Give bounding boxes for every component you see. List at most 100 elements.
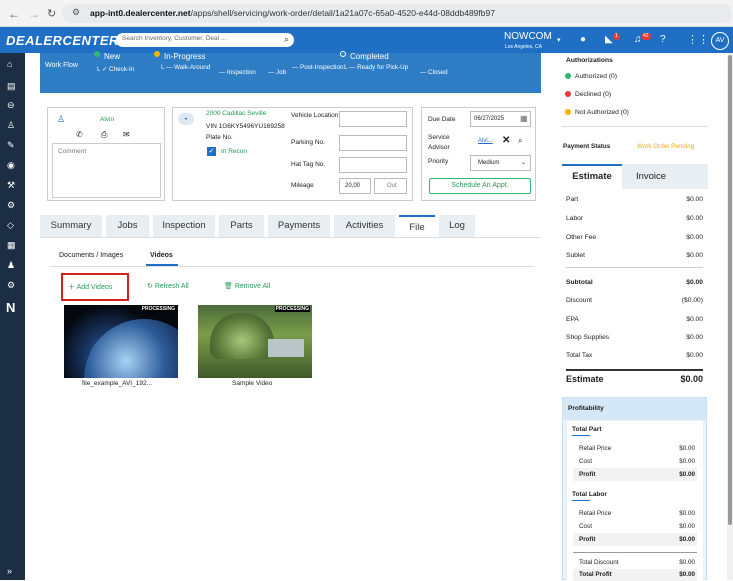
due-date-input[interactable]: 06/27/2025 ▦ bbox=[470, 111, 531, 127]
avatar[interactable]: AV bbox=[711, 32, 729, 50]
people-icon[interactable]: ♟ bbox=[7, 260, 15, 271]
site-info-icon[interactable]: ⚙ bbox=[72, 7, 80, 18]
global-search-input[interactable]: Search Inventory, Customer, Deal ... ⌕ bbox=[116, 33, 294, 47]
mail-icon[interactable]: ✉ bbox=[123, 130, 130, 139]
workflow-step[interactable]: — Job bbox=[268, 69, 286, 76]
edit-icon[interactable]: ✎ bbox=[7, 140, 15, 151]
estimate-row: EPA $0.00 bbox=[566, 316, 703, 323]
priority-select[interactable]: Medium ⌄ bbox=[470, 155, 531, 171]
tab-inspection[interactable]: Inspection bbox=[153, 215, 215, 237]
tab-payments[interactable]: Payments bbox=[268, 215, 330, 237]
parking-input[interactable] bbox=[339, 135, 407, 151]
vehicle-title[interactable]: 2000 Cadillac Seville bbox=[206, 110, 266, 117]
reload-icon[interactable]: ↻ bbox=[47, 7, 56, 20]
row-label: Part bbox=[566, 196, 579, 203]
workflow-step[interactable]: — Closed bbox=[420, 69, 448, 76]
tab-invoice[interactable]: Invoice bbox=[622, 164, 680, 189]
subtab-documents[interactable]: Documents / Images bbox=[59, 252, 123, 259]
row-label: Retail Price bbox=[579, 510, 612, 517]
add-videos-button[interactable]: ＋ Add Videos bbox=[68, 282, 112, 292]
wrench-icon[interactable]: ⚒ bbox=[7, 180, 15, 191]
scrollbar-thumb[interactable] bbox=[728, 55, 732, 525]
settings-icon[interactable]: ⚙ bbox=[7, 280, 15, 291]
row-value: $0.00 bbox=[686, 279, 703, 286]
row-label: Shop Supplies bbox=[566, 334, 610, 341]
tab-estimate[interactable]: Estimate bbox=[562, 164, 622, 189]
video-name: Sample Video bbox=[232, 380, 273, 387]
search-icon[interactable]: ⌕ bbox=[518, 136, 522, 146]
status-dot bbox=[565, 91, 571, 97]
video-thumbnail[interactable]: PROCESSING bbox=[64, 305, 178, 378]
part-row: Retail Price $0.00 bbox=[579, 445, 695, 452]
row-value: $0.00 bbox=[686, 352, 703, 359]
in-recon-checkbox[interactable]: ✓ bbox=[207, 147, 216, 156]
remove-all-button[interactable]: 🗑 Remove All bbox=[224, 282, 270, 290]
app-logo[interactable]: DEALERCENTER bbox=[6, 33, 119, 48]
tab-log[interactable]: Log bbox=[439, 215, 475, 237]
customer-name[interactable]: Alvin bbox=[100, 116, 114, 123]
schedule-appt-button[interactable]: Schedule An Appt. bbox=[429, 178, 531, 194]
tab-file[interactable]: File bbox=[399, 215, 435, 237]
url-text[interactable]: app-int0.dealercenter.net/apps/shell/ser… bbox=[90, 8, 495, 18]
location-icon[interactable]: ◉ bbox=[7, 160, 15, 171]
due-date-label: Due Date bbox=[428, 116, 456, 123]
row-value: $0.00 bbox=[679, 559, 695, 566]
workflow-step[interactable]: L — Ready for Pick-Up bbox=[344, 64, 408, 71]
calendar-icon[interactable]: ▦ bbox=[520, 114, 528, 123]
tab-summary[interactable]: Summary bbox=[40, 215, 102, 237]
apps-grid-icon[interactable]: ⋮⋮ bbox=[687, 33, 709, 46]
vehicle-card: ◒ 2000 Cadillac Seville VIN 1G6KY5496YU1… bbox=[172, 107, 413, 201]
search-icon[interactable]: ⌕ bbox=[284, 34, 289, 45]
row-value: $0.00 bbox=[679, 458, 695, 465]
mileage-out-input[interactable]: Out bbox=[374, 178, 407, 194]
megaphone-icon[interactable]: ◣ bbox=[605, 34, 613, 45]
workflow-step[interactable]: L — Walk-Around bbox=[161, 64, 210, 71]
workflow-step[interactable]: L ✓ Check-In bbox=[97, 66, 134, 73]
comment-textarea[interactable]: Comment bbox=[52, 143, 161, 198]
refresh-all-button[interactable]: ↻ Refresh All bbox=[147, 282, 189, 290]
chevron-down-icon[interactable]: ▾ bbox=[557, 36, 561, 44]
service-advisor-value[interactable]: Alvi... bbox=[478, 138, 493, 144]
chat-icon[interactable]: ● bbox=[580, 34, 586, 45]
workflow-step[interactable]: — Inspection bbox=[219, 69, 256, 76]
n-logo-icon[interactable]: N bbox=[6, 300, 15, 315]
calculator-icon[interactable]: ▦ bbox=[7, 240, 16, 251]
total-discount-row: Total Discount $0.00 bbox=[579, 559, 695, 566]
workflow-band: Work Flow New In-Progress Completed L ✓ … bbox=[40, 51, 541, 93]
user-icon[interactable]: ♙ bbox=[7, 120, 15, 131]
tab-parts[interactable]: Parts bbox=[219, 215, 264, 237]
service-icon[interactable]: ⚙ bbox=[7, 200, 15, 211]
car-icon[interactable]: ⊖ bbox=[7, 100, 15, 111]
help-icon[interactable]: ? bbox=[660, 34, 666, 45]
forward-icon[interactable]: → bbox=[28, 7, 40, 21]
divider bbox=[562, 126, 708, 127]
tab-jobs[interactable]: Jobs bbox=[106, 215, 149, 237]
mileage-input[interactable]: 20,00 bbox=[339, 178, 371, 194]
dealer-name[interactable]: NOWCOM bbox=[504, 31, 552, 42]
tab-activities[interactable]: Activities bbox=[334, 215, 395, 237]
profitability-box: Profitability Total Part Retail Price $0.… bbox=[562, 397, 707, 581]
workflow-step[interactable]: — Post-Inspection bbox=[292, 64, 343, 71]
row-label: Profit bbox=[579, 471, 596, 478]
clear-icon[interactable]: ✕ bbox=[502, 135, 510, 146]
tag-icon[interactable]: ◇ bbox=[7, 220, 14, 231]
part-row: Cost $0.00 bbox=[579, 458, 695, 465]
hat-tag-input[interactable] bbox=[339, 157, 407, 173]
print-icon[interactable]: ⎙ bbox=[101, 130, 107, 140]
in-recon-label: In Recon bbox=[221, 148, 248, 155]
status-completed: Completed bbox=[350, 52, 389, 61]
expand-icon[interactable]: » bbox=[7, 566, 12, 576]
row-label: EPA bbox=[566, 316, 579, 323]
vehicle-location-input[interactable] bbox=[339, 111, 407, 127]
subtab-videos[interactable]: Videos bbox=[150, 252, 173, 259]
notification-badge: 1 bbox=[613, 33, 620, 40]
customer-card: ♙ Alvin ✆ ⎙ ✉ Comment bbox=[47, 107, 165, 201]
estimate-row: Labor $0.00 bbox=[566, 215, 703, 222]
video-thumbnail[interactable]: PROCESSING bbox=[198, 305, 312, 378]
phone-icon[interactable]: ✆ bbox=[76, 130, 83, 139]
earth-image bbox=[84, 319, 178, 378]
inventory-icon[interactable]: ▤ bbox=[7, 81, 16, 92]
back-icon[interactable]: ← bbox=[8, 7, 20, 21]
workflow-label: Work Flow bbox=[45, 62, 78, 69]
home-icon[interactable]: ⌂ bbox=[7, 59, 12, 69]
